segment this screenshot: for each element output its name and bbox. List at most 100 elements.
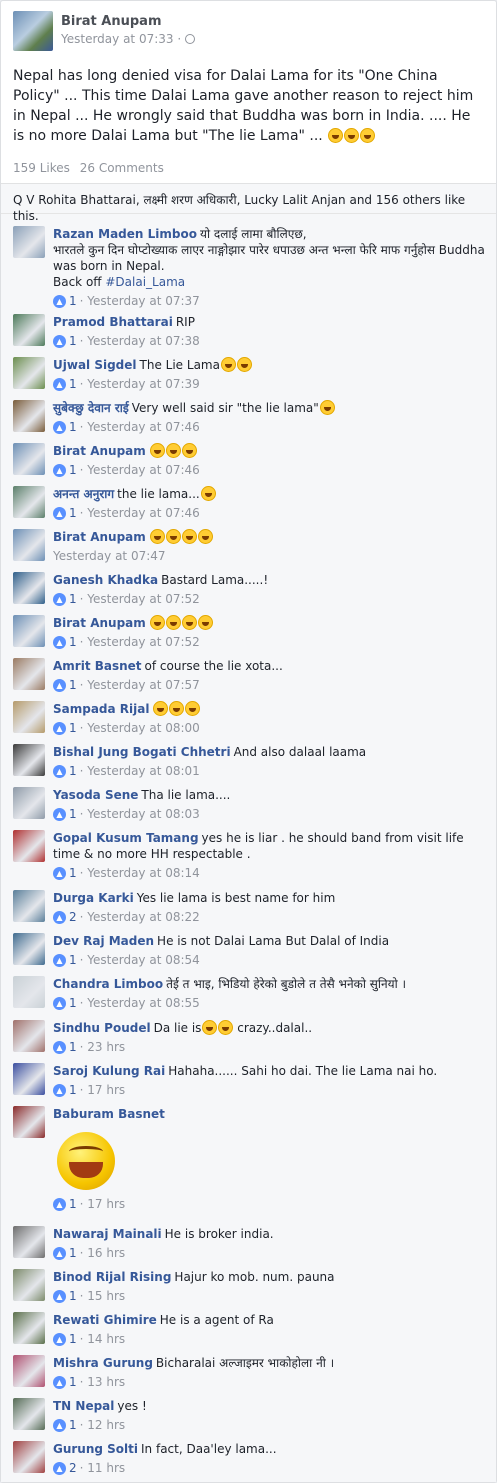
commenter-avatar[interactable] bbox=[13, 1106, 45, 1138]
like-reaction-icon[interactable]: ▲ bbox=[53, 377, 66, 391]
comment-like-count[interactable]: 2 bbox=[69, 1460, 77, 1476]
like-reaction-icon[interactable]: ▲ bbox=[53, 294, 66, 308]
comment-like-count[interactable]: 1 bbox=[69, 720, 77, 736]
commenter-name[interactable]: Ujwal Sigdel bbox=[53, 358, 137, 372]
comment-timestamp[interactable]: · 13 hrs bbox=[80, 1374, 126, 1390]
commenter-name[interactable]: Mishra Gurung bbox=[53, 1356, 153, 1370]
likes-summary[interactable]: Q V Rohita Bhattarai, लक्ष्मी शरण अधिकार… bbox=[1, 184, 496, 223]
like-reaction-icon[interactable]: ▲ bbox=[53, 506, 66, 520]
like-reaction-icon[interactable]: ▲ bbox=[53, 1246, 66, 1260]
commenter-name[interactable]: Ganesh Khadka bbox=[53, 573, 158, 587]
commenter-name[interactable]: Gurung Solti bbox=[53, 1442, 138, 1456]
author-avatar[interactable] bbox=[13, 11, 53, 51]
commenter-avatar[interactable] bbox=[13, 1226, 45, 1258]
like-reaction-icon[interactable]: ▲ bbox=[53, 1375, 66, 1389]
commenter-name[interactable]: Pramod Bhattarai bbox=[53, 315, 173, 329]
like-reaction-icon[interactable]: ▲ bbox=[53, 420, 66, 434]
comment-timestamp[interactable]: · Yesterday at 07:52 bbox=[80, 591, 200, 607]
comment-timestamp[interactable]: · 17 hrs bbox=[80, 1196, 126, 1212]
comment-like-count[interactable]: 1 bbox=[69, 1374, 77, 1390]
like-reaction-icon[interactable]: ▲ bbox=[53, 592, 66, 606]
comment-like-count[interactable]: 1 bbox=[69, 591, 77, 607]
comment-timestamp[interactable]: · 15 hrs bbox=[80, 1288, 126, 1304]
commenter-avatar[interactable] bbox=[13, 1020, 45, 1052]
commenter-name[interactable]: Sampada Rijal bbox=[53, 702, 149, 716]
commenter-name[interactable]: Amrit Basnet bbox=[53, 659, 142, 673]
commenter-avatar[interactable] bbox=[13, 1355, 45, 1387]
like-reaction-icon[interactable]: ▲ bbox=[53, 1418, 66, 1432]
commenter-name[interactable]: Yasoda Sene bbox=[53, 788, 138, 802]
commenter-name[interactable]: Baburam Basnet bbox=[53, 1107, 165, 1121]
commenter-avatar[interactable] bbox=[13, 658, 45, 690]
comment-timestamp[interactable]: · Yesterday at 08:55 bbox=[80, 995, 200, 1011]
commenter-avatar[interactable] bbox=[13, 357, 45, 389]
commenter-avatar[interactable] bbox=[13, 933, 45, 965]
commenter-name[interactable]: Binod Rijal Rising bbox=[53, 1270, 171, 1284]
comment-timestamp[interactable]: · 17 hrs bbox=[80, 1082, 126, 1098]
comment-like-count[interactable]: 1 bbox=[69, 505, 77, 521]
commenter-avatar[interactable] bbox=[13, 615, 45, 647]
commenter-avatar[interactable] bbox=[13, 226, 45, 258]
comment-timestamp[interactable]: · Yesterday at 07:38 bbox=[80, 333, 200, 349]
comment-like-count[interactable]: 1 bbox=[69, 952, 77, 968]
comment-timestamp[interactable]: · 12 hrs bbox=[80, 1417, 126, 1433]
commenter-avatar[interactable] bbox=[13, 890, 45, 922]
post-author[interactable]: Birat Anupam bbox=[61, 13, 195, 31]
like-reaction-icon[interactable]: ▲ bbox=[53, 866, 66, 880]
comment-like-count[interactable]: 1 bbox=[69, 1196, 77, 1212]
commenter-name[interactable]: Durga Karki bbox=[53, 891, 134, 905]
commenter-avatar[interactable] bbox=[13, 529, 45, 561]
like-reaction-icon[interactable]: ▲ bbox=[53, 721, 66, 735]
commenter-avatar[interactable] bbox=[13, 787, 45, 819]
comment-like-count[interactable]: 1 bbox=[69, 806, 77, 822]
like-reaction-icon[interactable]: ▲ bbox=[53, 996, 66, 1010]
commenter-name[interactable]: TN Nepal bbox=[53, 1399, 114, 1413]
commenter-name[interactable]: Birat Anupam bbox=[53, 616, 146, 630]
comment-timestamp[interactable]: · 16 hrs bbox=[80, 1245, 126, 1261]
like-reaction-icon[interactable]: ▲ bbox=[53, 1197, 66, 1211]
commenter-name[interactable]: Birat Anupam bbox=[53, 530, 146, 544]
comments-count[interactable]: 26 Comments bbox=[80, 161, 164, 175]
like-reaction-icon[interactable]: ▲ bbox=[53, 764, 66, 778]
commenter-name[interactable]: Sindhu Poudel bbox=[53, 1021, 151, 1035]
like-reaction-icon[interactable]: ▲ bbox=[53, 1461, 66, 1475]
likes-count[interactable]: 159 Likes bbox=[13, 161, 70, 175]
commenter-avatar[interactable] bbox=[13, 1063, 45, 1095]
commenter-name[interactable]: Bishal Jung Bogati Chhetri bbox=[53, 745, 231, 759]
comment-timestamp[interactable]: · Yesterday at 07:46 bbox=[80, 462, 200, 478]
comment-timestamp[interactable]: · 23 hrs bbox=[80, 1039, 126, 1055]
comment-like-count[interactable]: 1 bbox=[69, 1039, 77, 1055]
commenter-name[interactable]: सुबेक्छु देवान राई bbox=[53, 401, 129, 415]
like-reaction-icon[interactable]: ▲ bbox=[53, 1040, 66, 1054]
comment-like-count[interactable]: 1 bbox=[69, 1331, 77, 1347]
commenter-avatar[interactable] bbox=[13, 701, 45, 733]
commenter-avatar[interactable] bbox=[13, 830, 45, 862]
comment-timestamp[interactable]: · Yesterday at 07:46 bbox=[80, 419, 200, 435]
comment-timestamp[interactable]: · Yesterday at 07:37 bbox=[80, 293, 200, 309]
commenter-name[interactable]: Gopal Kusum Tamang bbox=[53, 831, 199, 845]
commenter-name[interactable]: Dev Raj Maden bbox=[53, 934, 154, 948]
comment-like-count[interactable]: 1 bbox=[69, 634, 77, 650]
commenter-name[interactable]: Nawaraj Mainali bbox=[53, 1227, 162, 1241]
commenter-avatar[interactable] bbox=[13, 744, 45, 776]
like-reaction-icon[interactable]: ▲ bbox=[53, 1083, 66, 1097]
hashtag-link[interactable]: #Dalai_Lama bbox=[105, 275, 185, 289]
commenter-avatar[interactable] bbox=[13, 486, 45, 518]
commenter-avatar[interactable] bbox=[13, 1398, 45, 1430]
comment-timestamp[interactable]: Yesterday at 07:47 bbox=[53, 548, 166, 564]
comment-timestamp[interactable]: · Yesterday at 08:00 bbox=[80, 720, 200, 736]
like-reaction-icon[interactable]: ▲ bbox=[53, 678, 66, 692]
commenter-avatar[interactable] bbox=[13, 314, 45, 346]
comment-like-count[interactable]: 1 bbox=[69, 865, 77, 881]
comment-timestamp[interactable]: · Yesterday at 07:57 bbox=[80, 677, 200, 693]
like-reaction-icon[interactable]: ▲ bbox=[53, 334, 66, 348]
like-reaction-icon[interactable]: ▲ bbox=[53, 1332, 66, 1346]
like-reaction-icon[interactable]: ▲ bbox=[53, 1289, 66, 1303]
commenter-avatar[interactable] bbox=[13, 1441, 45, 1473]
comment-timestamp[interactable]: · Yesterday at 08:54 bbox=[80, 952, 200, 968]
comment-timestamp[interactable]: · Yesterday at 07:39 bbox=[80, 376, 200, 392]
comment-timestamp[interactable]: · Yesterday at 07:52 bbox=[80, 634, 200, 650]
comment-timestamp[interactable]: · Yesterday at 08:03 bbox=[80, 806, 200, 822]
comment-like-count[interactable]: 1 bbox=[69, 995, 77, 1011]
like-reaction-icon[interactable]: ▲ bbox=[53, 807, 66, 821]
